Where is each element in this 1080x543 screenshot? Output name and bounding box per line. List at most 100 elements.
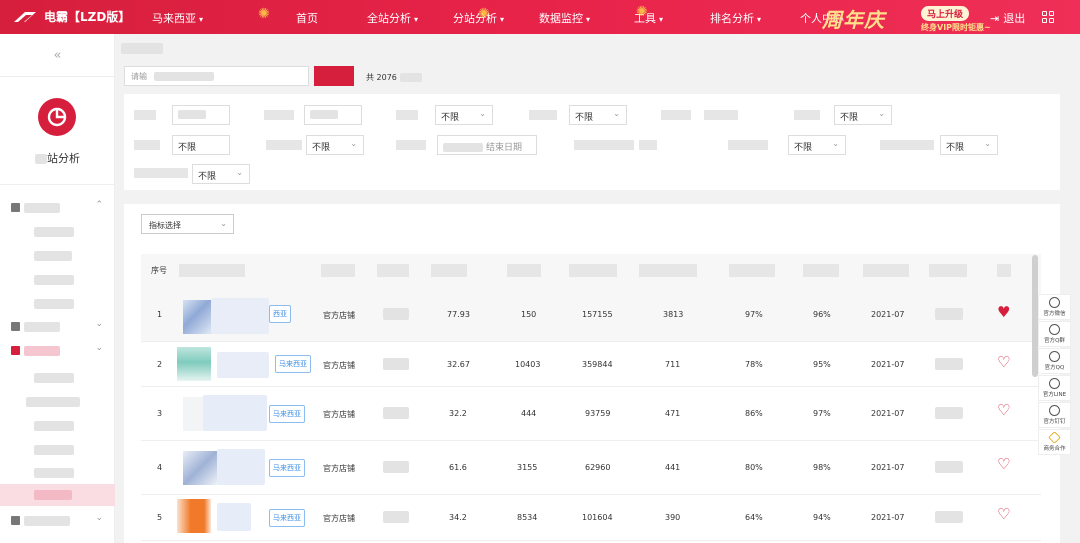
sidebar-item[interactable]	[0, 295, 115, 313]
column-header[interactable]	[431, 264, 467, 277]
redacted-store-name[interactable]	[217, 352, 269, 378]
filter-select-1[interactable]: 不限 ⌄	[435, 105, 493, 125]
cell-metric-3: 93759	[585, 409, 611, 418]
firework-icon: ✺	[258, 6, 270, 22]
search-placeholder: 请输	[131, 72, 147, 81]
filter-select-2[interactable]: 不限 ⌄	[569, 105, 627, 125]
filter-select-8[interactable]: 不限 ⌄	[192, 164, 250, 184]
app-grid-icon[interactable]	[1042, 11, 1054, 23]
dingtalk-button[interactable]: 官方钉钉	[1038, 402, 1071, 428]
favorite-heart-outline-icon[interactable]: ♡	[997, 455, 1010, 473]
favorite-heart-filled-icon[interactable]: ♥	[997, 303, 1010, 321]
sidebar-group-4[interactable]: ⌄	[0, 512, 115, 530]
qq-group-icon	[1049, 324, 1060, 335]
float-bar-label: 官方钉钉	[1043, 419, 1066, 425]
cell-index: 2	[157, 360, 163, 369]
filter-select-5[interactable]: 不限 ⌄	[306, 135, 364, 155]
sidebar-item[interactable]	[0, 223, 115, 241]
sidebar-item[interactable]	[0, 441, 115, 459]
nav-ranking[interactable]: 排名分析 ▾	[710, 10, 761, 26]
table-row[interactable]: 3 马来西亚 官方店铺 32.2 444 93759 471 86% 97% 2…	[141, 387, 1041, 441]
column-header[interactable]	[803, 264, 839, 277]
filter-panel: 不限 ⌄ 不限 ⌄ 不限 ⌄ 不限 不限 ⌄ 结束日期 不限 ⌄ 不限 ⌄ 不限 ⌄	[124, 94, 1060, 190]
sidebar-group-2[interactable]: ⌄	[0, 318, 115, 336]
column-header[interactable]	[863, 264, 909, 277]
sidebar-item[interactable]	[0, 369, 115, 387]
table-row[interactable]: 5 马来西亚 官方店铺 34.2 8534 101604 390 64% 94%…	[141, 495, 1041, 541]
redacted-store-name[interactable]	[217, 449, 265, 485]
redacted-store-name[interactable]	[211, 298, 269, 334]
favorite-heart-outline-icon[interactable]: ♡	[997, 401, 1010, 419]
column-header[interactable]	[569, 264, 617, 277]
nav-home[interactable]: 首页	[296, 10, 318, 26]
column-header[interactable]	[639, 264, 697, 277]
filter-select-4[interactable]: 不限	[172, 135, 230, 155]
promo-subtitle: 终身VIP限时钜惠~	[921, 23, 991, 32]
redacted-store-name[interactable]	[203, 395, 267, 431]
filter-value: 不限	[312, 143, 331, 153]
sidebar-item[interactable]	[0, 247, 115, 265]
nav-country-label: 马来西亚	[152, 12, 196, 25]
cell-metric-4: 3813	[663, 310, 684, 319]
qq-button[interactable]: 官方QQ	[1038, 348, 1071, 374]
table-row[interactable]: 2 马来西亚 官方店铺 32.67 10403 359844 711 78% 9…	[141, 342, 1041, 387]
table-row[interactable]: 4 马来西亚 官方店铺 61.6 3155 62960 441 80% 98% …	[141, 441, 1041, 495]
nav-data-monitor[interactable]: 数据监控 ▾	[539, 10, 590, 26]
app-logo[interactable]: 电霸【LZD版】	[12, 8, 130, 25]
wechat-button[interactable]: 官方微信	[1038, 294, 1071, 320]
filter-value: 不限	[441, 113, 460, 123]
sidebar-item-active[interactable]	[0, 484, 115, 506]
redacted-store-name[interactable]	[217, 503, 251, 531]
column-header[interactable]	[321, 264, 355, 277]
cell-metric-6: 96%	[813, 310, 831, 319]
favorite-heart-outline-icon[interactable]: ♡	[997, 353, 1010, 371]
collapse-sidebar-icon[interactable]: «	[0, 48, 115, 63]
favorite-heart-outline-icon[interactable]: ♡	[997, 505, 1010, 523]
cell-metric-4: 711	[665, 360, 681, 369]
promo-anniversary-title[interactable]: 周年庆	[822, 4, 885, 33]
sidebar-group-1[interactable]: ⌃	[0, 199, 115, 217]
filter-label	[880, 140, 934, 150]
float-bar-label: 官方Q群	[1044, 338, 1065, 344]
upgrade-button[interactable]: 马上升级	[921, 6, 970, 21]
filter-select[interactable]	[304, 105, 362, 125]
column-header[interactable]	[179, 264, 245, 277]
search-button[interactable]	[314, 66, 354, 86]
filter-select-7[interactable]: 不限 ⌄	[940, 135, 998, 155]
filter-select[interactable]	[172, 105, 230, 125]
sidebar-item[interactable]	[0, 464, 115, 482]
filter-label	[264, 110, 294, 120]
cell-metric-1: 32.67	[447, 360, 470, 369]
date-range-input[interactable]: 结束日期	[437, 135, 537, 155]
redacted-text	[935, 308, 963, 320]
store-thumbnail[interactable]	[177, 347, 211, 381]
qq-icon	[1049, 351, 1060, 362]
filter-select-3[interactable]: 不限 ⌄	[834, 105, 892, 125]
table-row[interactable]: 1 西亚 官方店铺 77.93 150 157155 3813 97% 96% …	[141, 288, 1041, 342]
business-cooperation-button[interactable]: 商务合作	[1038, 429, 1071, 455]
column-header[interactable]	[377, 264, 409, 277]
store-thumbnail[interactable]	[177, 499, 211, 533]
column-header[interactable]	[929, 264, 967, 277]
logout-button[interactable]: ⇥ 退出	[990, 10, 1025, 26]
cell-metric-2: 150	[521, 310, 537, 319]
column-header[interactable]	[507, 264, 541, 277]
country-tag: 马来西亚	[275, 355, 311, 373]
column-header[interactable]	[729, 264, 775, 277]
chevron-down-icon: ▾	[659, 15, 664, 24]
line-button[interactable]: 官方LINE	[1038, 375, 1071, 401]
dingtalk-icon	[1049, 405, 1060, 416]
store-thumbnail[interactable]	[183, 451, 217, 485]
filter-select-6[interactable]: 不限 ⌄	[788, 135, 846, 155]
nav-country-select[interactable]: 马来西亚 ▾	[152, 10, 203, 26]
qq-group-button[interactable]: 官方Q群	[1038, 321, 1071, 347]
metric-select[interactable]: 指标选择 ⌄	[141, 214, 234, 234]
nav-site-analysis[interactable]: 全站分析 ▾	[367, 10, 418, 26]
cell-metric-2: 8534	[517, 513, 538, 522]
sidebar-item[interactable]	[0, 393, 115, 411]
search-input[interactable]: 请输	[124, 66, 309, 86]
sidebar-group-3[interactable]: ⌄	[0, 342, 115, 360]
end-date-placeholder: 结束日期	[486, 143, 523, 153]
sidebar-item[interactable]	[0, 271, 115, 289]
sidebar-item[interactable]	[0, 417, 115, 435]
